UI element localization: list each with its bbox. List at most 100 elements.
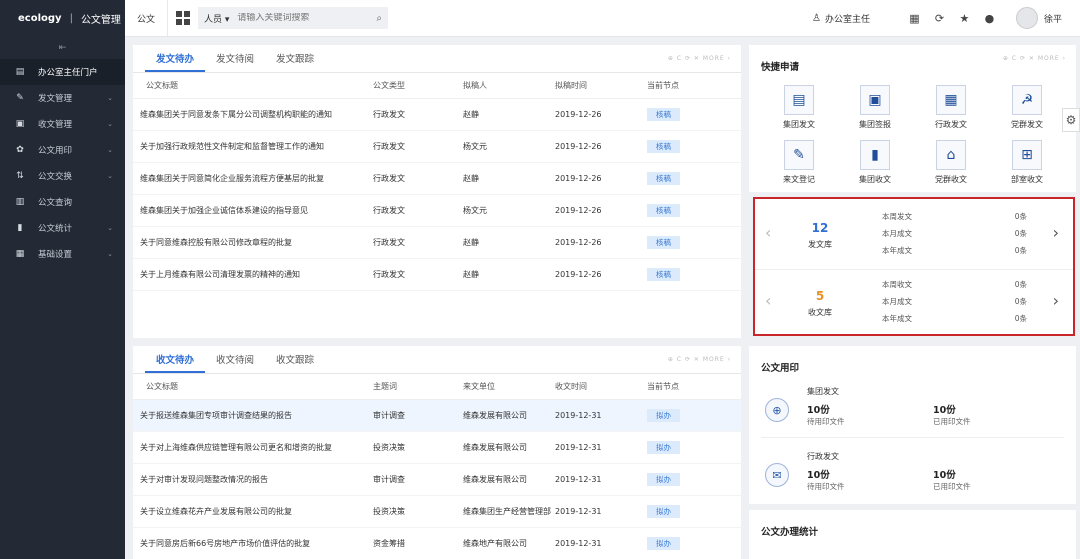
library-count[interactable]: 5 [795, 289, 845, 303]
sidebar-item[interactable]: ▮ 公文统计 ⌄ [0, 215, 125, 241]
table-row[interactable]: 维森集团关于同意简化企业服务流程方便基层的批复 行政发文 赵静 2019-12-26 核… [133, 163, 741, 195]
sidebar-item[interactable]: ▤ 办公室主任门户 [0, 59, 125, 85]
doc-title[interactable]: 关于设立维森花卉产业发展有限公司的批复 [133, 506, 373, 517]
nav-icon: ▥ [15, 197, 25, 207]
chevron-left-icon[interactable]: ‹ [765, 291, 771, 310]
quick-apply-label: 来文登记 [783, 175, 815, 184]
favorite-star-icon[interactable]: ★ [958, 12, 971, 25]
sealed-count[interactable]: 10份 [933, 402, 956, 416]
table-row[interactable]: 关于同意房后新66号房地产市场价值评估的批复 资金筹措 维森地产有限公司 2019-1… [133, 528, 741, 559]
sidebar-item[interactable]: ▣ 收文管理 ⌄ [0, 111, 125, 137]
doc-title[interactable]: 关于同意房后新66号房地产市场价值评估的批复 [133, 538, 373, 549]
col-type: 公文类型 [373, 81, 405, 90]
table-row[interactable]: 关于对审计发现问题整改情况的报告 审计调查 维森发展有限公司 2019-12-31 拟办 [133, 464, 741, 496]
search-input[interactable] [237, 13, 377, 23]
pending-count[interactable]: 10份 [807, 402, 830, 416]
tab-recv-track[interactable]: 收文跟踪 [265, 352, 325, 373]
quick-apply-panel: 快捷申请 ⊕ C ⟳ ✕ MORE › ▤ 集团发文 ▣ 集团签报 ▦ 行政发文 ☭ 党群发文… [749, 45, 1076, 192]
library-count[interactable]: 12 [795, 221, 845, 235]
table-row[interactable]: 关于上月维森有限公司清理发票的精神的通知 行政发文 赵静 2019-12-26 核稿 [133, 259, 741, 291]
sidebar-item-label: 公文查询 [38, 198, 73, 208]
sidebar-item-label: 公文交换 [38, 172, 73, 182]
quick-apply-item[interactable]: ▦ 行政发文 [913, 85, 989, 130]
sidebar-item[interactable]: ✎ 发文管理 ⌄ [0, 85, 125, 111]
brand[interactable]: ecology | 公文管理 [0, 0, 125, 37]
apps-grid-icon[interactable] [176, 11, 191, 25]
table-row[interactable]: 维森集团关于同意发条下属分公司调整机构职能的通知 行政发文 赵静 2019-12-26… [133, 99, 741, 131]
sealed-count[interactable]: 10份 [933, 467, 956, 481]
doc-node-cell: 核稿 [647, 236, 727, 249]
doc-title[interactable]: 关于同意维森控股有限公司修改章程的批复 [133, 237, 373, 248]
sidebar-item[interactable]: ⇅ 公文交换 ⌄ [0, 163, 125, 189]
doc-title[interactable]: 关于上月维森有限公司清理发票的精神的通知 [133, 269, 373, 280]
avatar[interactable] [1015, 7, 1038, 29]
search-type-select[interactable]: 人员 ▾ [204, 12, 229, 25]
collapse-sidebar-icon[interactable]: ⇤ [0, 37, 125, 59]
doc-node-cell: 核稿 [647, 108, 727, 121]
grid-menu-icon[interactable]: ▦ [908, 12, 921, 25]
doc-title[interactable]: 维森集团关于加强企业诚信体系建设的指导意见 [133, 205, 373, 216]
status-badge: 拟办 [647, 441, 680, 454]
doc-node-cell: 核稿 [647, 172, 727, 185]
chevron-down-icon: ⌄ [107, 172, 113, 180]
quick-apply-item[interactable]: ⊞ 部室收文 [989, 140, 1065, 185]
search-icon[interactable]: ⌕ [376, 13, 382, 24]
quick-apply-item[interactable]: ✎ 来文登记 [761, 140, 837, 185]
chevron-right-icon[interactable]: › [1053, 291, 1059, 310]
quick-apply-item[interactable]: ⌂ 党群收文 [913, 140, 989, 185]
recv-tabs: 收文待办 收文待阅 收文跟踪 [133, 346, 741, 374]
pending-count[interactable]: 10份 [807, 467, 830, 481]
tab-recv-todo[interactable]: 收文待办 [145, 352, 206, 373]
doc-title[interactable]: 关于报送维森集团专项审计调查结果的报告 [133, 410, 373, 421]
status-badge: 拟办 [647, 473, 680, 486]
panel-tools[interactable]: ⊕ C ⟳ ✕ MORE › [1003, 55, 1066, 62]
sidebar-item[interactable]: ✿ 公文用印 ⌄ [0, 137, 125, 163]
chevron-down-icon: ⌄ [107, 146, 113, 154]
doc-title[interactable]: 关于对上海维森供应链管理有限公司更名和增资的批复 [133, 442, 373, 453]
table-row[interactable]: 关于设立维森花卉产业发展有限公司的批复 投资决策 维森集团生产经营管理部 2019-1… [133, 496, 741, 528]
doc-title[interactable]: 关于加强行政规范性文件制定和监督管理工作的通知 [133, 141, 373, 152]
table-row[interactable]: 关于同意维森控股有限公司修改章程的批复 行政发文 赵静 2019-12-26 核稿 [133, 227, 741, 259]
tab-send-toread[interactable]: 发文待阅 [205, 51, 265, 72]
top-module-label[interactable]: 公文 [125, 0, 169, 36]
table-row[interactable]: 维森集团关于加强企业诚信体系建设的指导意见 行政发文 杨文元 2019-12-26 核稿 [133, 195, 741, 227]
quick-apply-item[interactable]: ▤ 集团发文 [761, 85, 837, 130]
panel-tools[interactable]: ⊕ C ⟳ ✕ MORE › [668, 356, 731, 363]
quick-apply-item[interactable]: ▮ 集团收文 [837, 140, 913, 185]
sidebar-item-label: 基础设置 [38, 250, 73, 260]
doc-topic: 投资决策 [373, 443, 405, 452]
more-icon[interactable]: ● [983, 12, 996, 25]
library-stat-value: 0条 [1014, 297, 1027, 306]
refresh-icon[interactable]: ⟳ [933, 12, 946, 25]
role-switch[interactable]: ♙ 办公室主任 [812, 12, 870, 25]
tab-send-todo[interactable]: 发文待办 [145, 51, 206, 72]
table-row[interactable]: 关于报送维森集团专项审计调查结果的报告 审计调查 维森发展有限公司 2019-12-3… [133, 400, 741, 432]
settings-gear-icon[interactable]: ⚙ [1062, 108, 1080, 132]
table-row[interactable]: 关于对上海维森供应链管理有限公司更名和增资的批复 投资决策 维森发展有限公司 2019… [133, 432, 741, 464]
send-table-body: 维森集团关于同意发条下属分公司调整机构职能的通知 行政发文 赵静 2019-12-26… [133, 99, 741, 291]
doc-node-cell: 核稿 [647, 204, 727, 217]
quick-apply-item[interactable]: ☭ 党群发文 [989, 85, 1065, 130]
nav-icon: ✎ [16, 93, 24, 103]
chevron-right-icon[interactable]: › [1053, 223, 1059, 242]
library-stat-value: 0条 [1014, 229, 1027, 238]
sidebar-item[interactable]: ▥ 公文查询 [0, 189, 125, 215]
doc-drafter: 赵静 [463, 270, 479, 279]
sidebar-item[interactable]: ▦ 基础设置 ⌄ [0, 241, 125, 267]
table-row[interactable]: 关于加强行政规范性文件制定和监督管理工作的通知 行政发文 杨文元 2019-12-26… [133, 131, 741, 163]
topbar: 公文 人员 ▾ ⌕ ♙ 办公室主任 ▦ ⟳ ★ ● 徐平 [125, 0, 1080, 37]
tab-recv-toread[interactable]: 收文待阅 [205, 352, 265, 373]
doc-title[interactable]: 关于对审计发现问题整改情况的报告 [133, 474, 373, 485]
username[interactable]: 徐平 [1044, 12, 1062, 25]
nav-icon: ▮ [17, 223, 23, 233]
document-form-icon: ▦ [936, 85, 966, 115]
panel-tools[interactable]: ⊕ C ⟳ ✕ MORE › [668, 55, 731, 62]
tab-send-track[interactable]: 发文跟踪 [265, 51, 325, 72]
chevron-left-icon[interactable]: ‹ [765, 223, 771, 242]
quick-apply-item[interactable]: ▣ 集团签报 [837, 85, 913, 130]
table-header: 公文标题 主题词 来文单位 收文时间 当前节点 [133, 374, 741, 400]
doc-type: 行政发文 [373, 142, 405, 151]
doc-title[interactable]: 维森集团关于同意简化企业服务流程方便基层的批复 [133, 173, 373, 184]
doc-title[interactable]: 维森集团关于同意发条下属分公司调整机构职能的通知 [133, 109, 373, 120]
send-docs-panel: 发文待办 发文待阅 发文跟踪 ⊕ C ⟳ ✕ MORE › 公文标题 公文类型 … [133, 45, 741, 338]
